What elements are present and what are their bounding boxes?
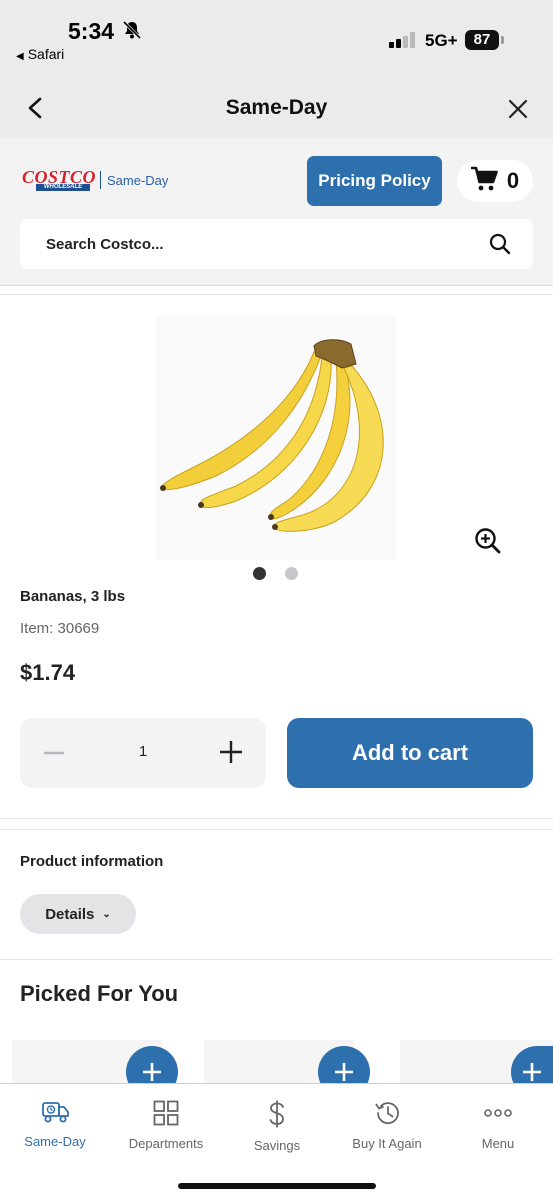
network-type: 5G+ — [425, 31, 458, 50]
battery-cap — [501, 36, 504, 44]
divider — [0, 829, 553, 830]
cart-button[interactable]: 0 — [457, 160, 533, 202]
product-name: Bananas, 3 lbs — [20, 588, 126, 605]
add-to-cart-button[interactable]: Add to cart — [287, 718, 533, 788]
tab-label: Savings — [253, 1138, 301, 1153]
pricing-policy-button[interactable]: Pricing Policy — [307, 156, 442, 206]
pagination-dot-1[interactable] — [253, 567, 266, 580]
quantity-stepper: 1 — [20, 718, 266, 788]
tab-savings[interactable]: Savings — [222, 1100, 332, 1153]
tab-label: Buy It Again — [352, 1136, 422, 1151]
history-icon — [375, 1102, 399, 1125]
tab-same-day[interactable]: Same-Day — [0, 1100, 110, 1149]
logo-same-day-label: Same-Day — [107, 172, 169, 188]
tab-label: Departments — [128, 1136, 204, 1151]
divider — [0, 959, 553, 960]
signal-strength-icon — [389, 32, 415, 48]
quantity-value[interactable]: 1 — [120, 743, 166, 760]
product-information-heading: Product information — [20, 853, 164, 870]
home-indicator[interactable] — [178, 1183, 376, 1189]
divider — [0, 294, 553, 295]
picked-for-you-heading: Picked For You — [20, 981, 179, 1006]
divider — [0, 818, 553, 819]
item-number: Item: 30669 — [20, 620, 100, 637]
more-dots-icon — [484, 1109, 512, 1117]
increase-quantity-button[interactable] — [218, 739, 244, 765]
tab-label: Same-Day — [24, 1134, 86, 1149]
logo-divider — [100, 171, 101, 189]
status-time: 5:34 — [68, 18, 115, 44]
zoom-in-icon[interactable] — [474, 527, 502, 555]
dollar-icon — [269, 1100, 284, 1128]
tab-menu[interactable]: Menu — [443, 1100, 553, 1151]
grid-icon — [153, 1100, 179, 1126]
pagination-dot-2[interactable] — [285, 567, 298, 580]
search-icon[interactable] — [489, 233, 511, 255]
tab-label: Menu — [481, 1136, 515, 1151]
details-button[interactable]: Details ⌄ — [20, 894, 136, 934]
cart-count: 0 — [506, 168, 520, 193]
logo-wholesale: WHOLESALE — [36, 184, 90, 191]
cart-icon — [470, 166, 499, 197]
product-image[interactable] — [156, 316, 396, 560]
search-bar[interactable] — [20, 219, 533, 269]
store-header: COSTCO WHOLESALE Same-Day Pricing Policy… — [0, 138, 553, 286]
delivery-truck-icon — [42, 1102, 69, 1123]
chevron-down-icon: ⌄ — [102, 908, 111, 920]
decrease-quantity-button[interactable] — [42, 741, 66, 765]
details-label: Details — [45, 905, 95, 923]
close-icon[interactable] — [504, 95, 532, 123]
banana-bunch-image — [160, 339, 384, 532]
status-and-nav-bar: 5:34 ◀ Safari 5G+ 87 Same-Day — [0, 0, 553, 138]
tab-departments[interactable]: Departments — [111, 1100, 221, 1151]
tab-buy-it-again[interactable]: Buy It Again — [332, 1100, 442, 1151]
back-app-label: Safari — [27, 46, 65, 62]
costco-logo-mark: COSTCO WHOLESALE — [22, 168, 96, 192]
back-to-safari-link[interactable]: ◀ Safari — [16, 46, 64, 62]
search-input[interactable] — [46, 219, 466, 269]
product-price: $1.74 — [20, 660, 76, 685]
page-title: Same-Day — [225, 96, 328, 119]
image-pagination-dots[interactable] — [253, 567, 298, 580]
costco-same-day-logo[interactable]: COSTCO WHOLESALE Same-Day — [22, 168, 168, 192]
battery-level: 87 — [465, 30, 499, 50]
silent-bell-icon — [122, 20, 142, 45]
